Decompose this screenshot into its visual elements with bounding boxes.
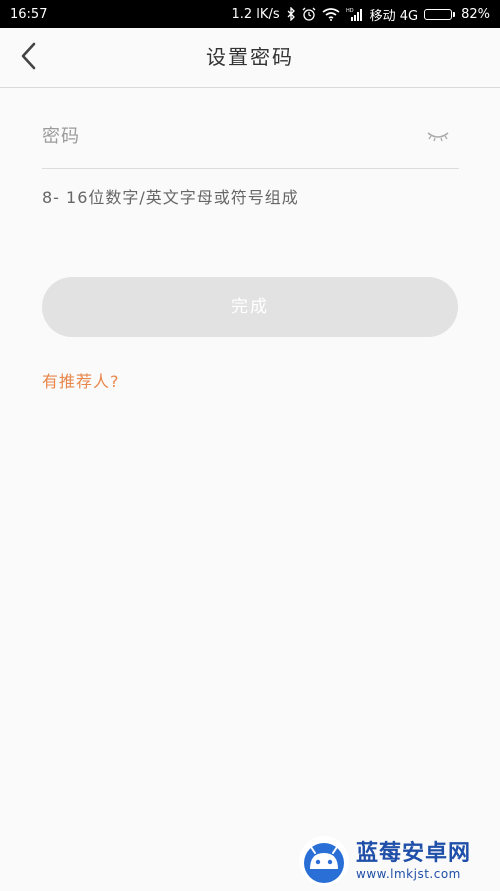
- eye-closed-icon: [426, 127, 450, 146]
- hd-signal-icon: HD: [346, 7, 364, 21]
- status-icons: 1.2 lK/s HD 移动 4G 82%: [232, 5, 491, 24]
- password-hint: 8- 16位数字/英文字母或符号组成: [42, 188, 299, 207]
- network-speed: 1.2 lK/s: [231, 6, 280, 22]
- wifi-icon: [322, 7, 340, 21]
- done-button[interactable]: 完成: [42, 277, 458, 337]
- password-visibility-toggle[interactable]: [425, 126, 451, 146]
- app-header: 设置密码: [0, 28, 500, 88]
- watermark: 蓝莓安卓网 www.lmkjst.com: [298, 832, 500, 889]
- battery-icon: [424, 8, 456, 20]
- svg-text:HD: HD: [346, 8, 354, 14]
- bluetooth-icon: [286, 7, 296, 21]
- password-input[interactable]: [42, 116, 412, 156]
- battery-percent: 82%: [461, 6, 490, 22]
- referrer-link[interactable]: 有推荐人?: [42, 368, 120, 392]
- watermark-title: 蓝莓安卓网: [356, 840, 472, 866]
- page-title: 设置密码: [206, 45, 294, 69]
- watermark-url: www.lmkjst.com: [356, 866, 461, 881]
- status-bar: 16:57 1.2 lK/s HD 移动 4G 82%: [0, 0, 500, 28]
- carrier-label: 移动 4G: [369, 8, 419, 24]
- android-logo-icon: [298, 835, 350, 887]
- alarm-icon: [302, 7, 316, 21]
- status-time: 16:57: [10, 6, 48, 22]
- password-field-row: [42, 108, 459, 169]
